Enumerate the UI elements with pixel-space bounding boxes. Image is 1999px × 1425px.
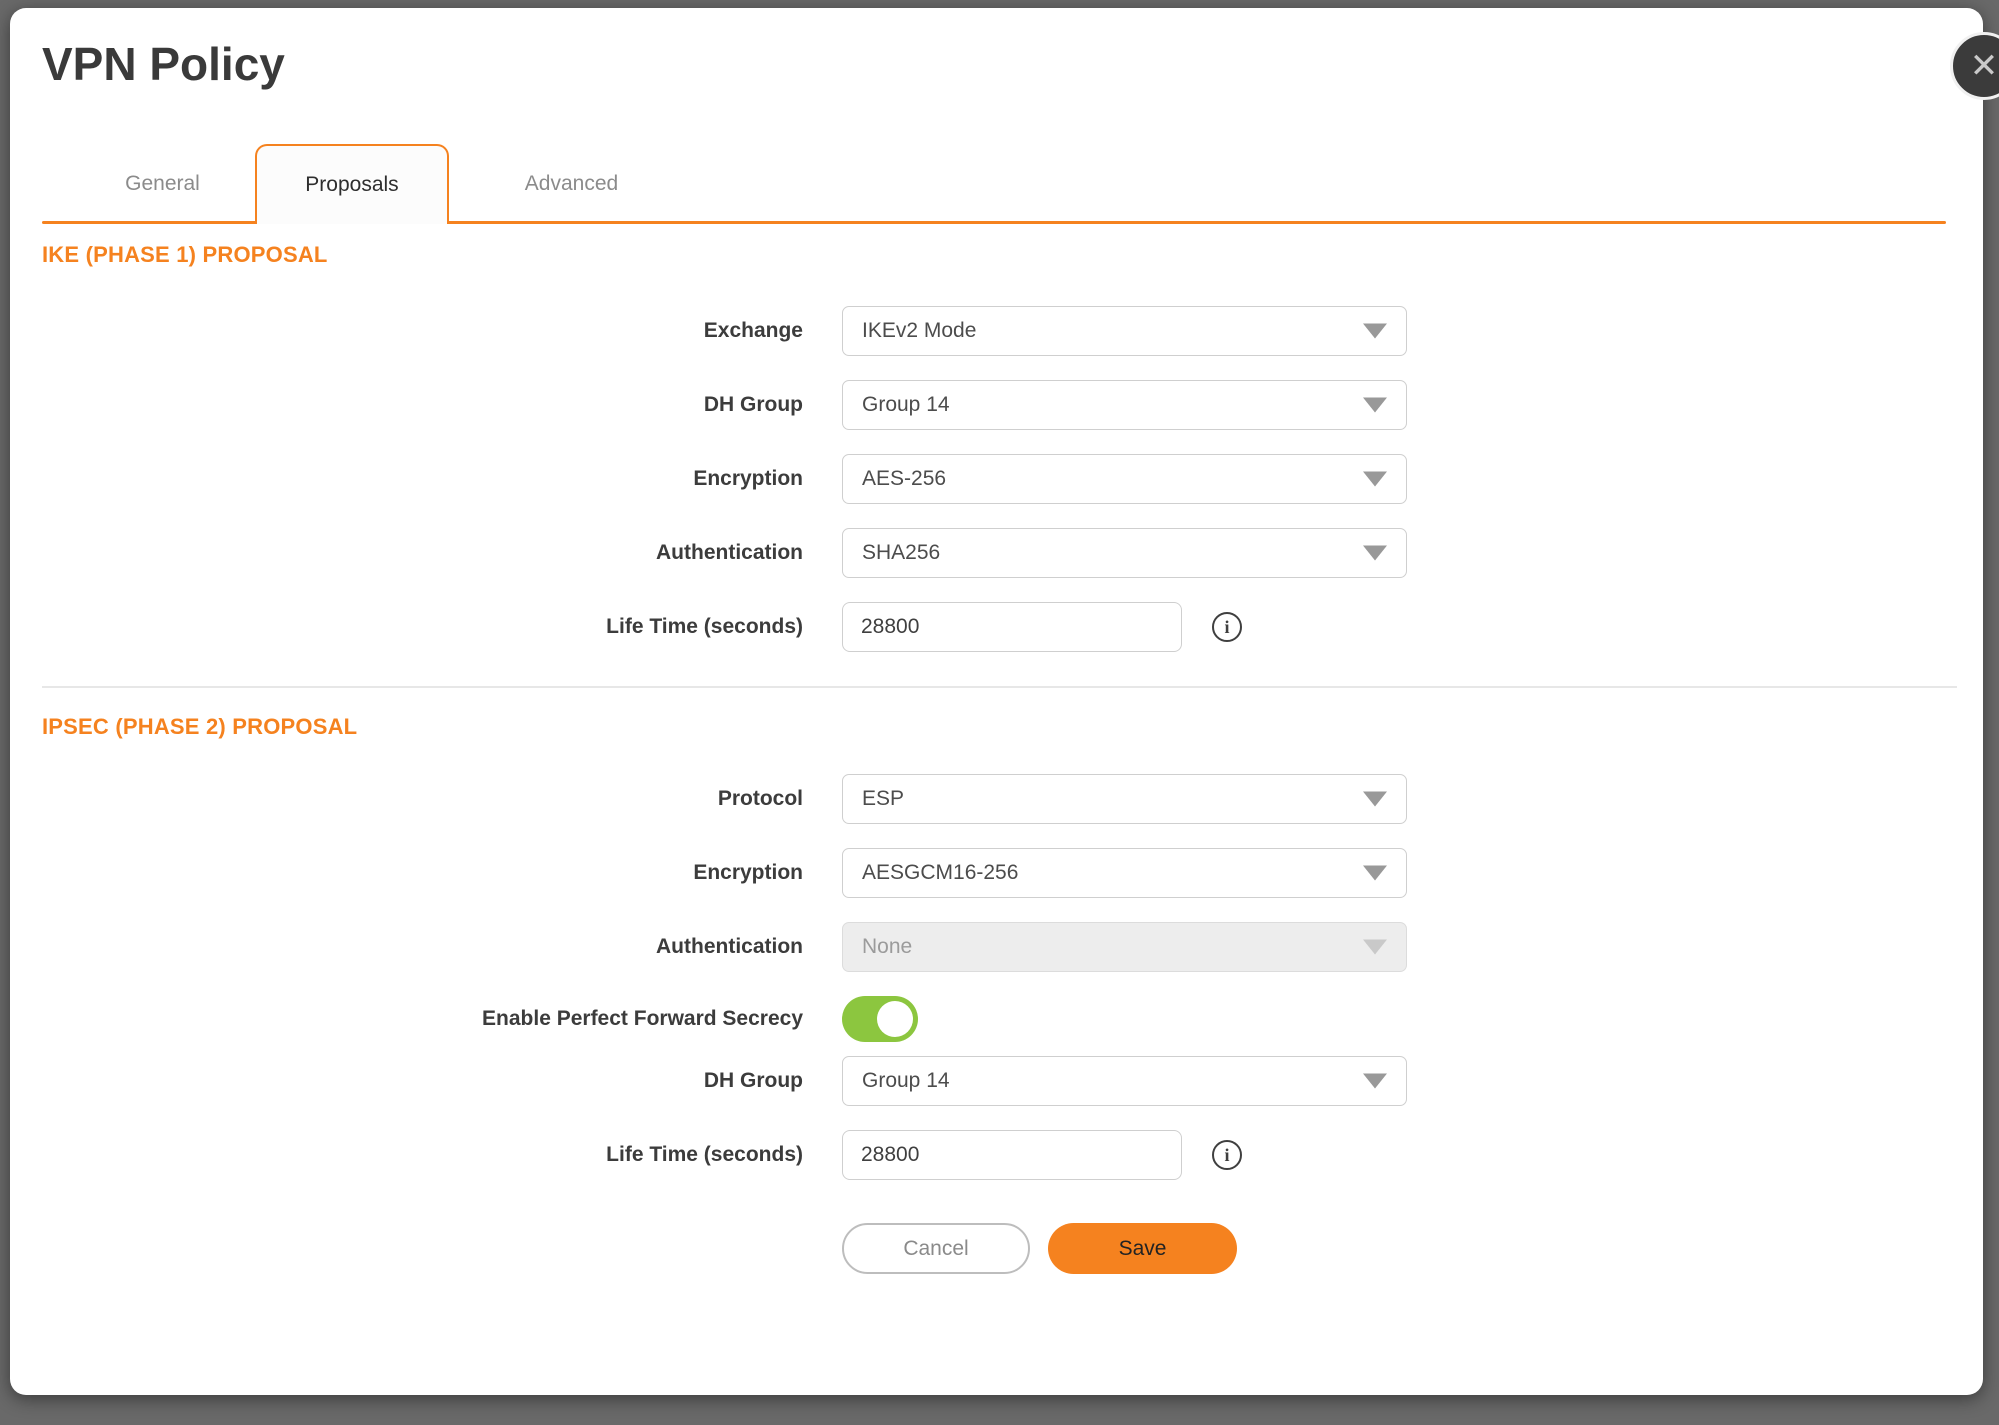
caret-down-icon bbox=[1363, 866, 1387, 881]
section-divider bbox=[42, 686, 1957, 688]
info-icon-glyph: i bbox=[1224, 1145, 1229, 1166]
ipsec-authentication-select-disabled: None bbox=[842, 922, 1407, 972]
ike-section-heading: IKE (PHASE 1) PROPOSAL bbox=[42, 242, 1983, 268]
ike-authentication-select[interactable]: SHA256 bbox=[842, 528, 1407, 578]
caret-down-icon bbox=[1363, 472, 1387, 487]
ike-dh-group-row: DH Group Group 14 bbox=[10, 380, 1983, 430]
protocol-select[interactable]: ESP bbox=[842, 774, 1407, 824]
ipsec-authentication-label: Authentication bbox=[10, 935, 803, 959]
ike-life-time-input[interactable] bbox=[842, 602, 1182, 652]
ike-encryption-label: Encryption bbox=[10, 467, 803, 491]
close-icon: ✕ bbox=[1970, 49, 1999, 83]
ipsec-dh-group-label: DH Group bbox=[10, 1069, 803, 1093]
pfs-row: Enable Perfect Forward Secrecy bbox=[10, 996, 1983, 1042]
tab-advanced-label: Advanced bbox=[525, 172, 618, 196]
page-title: VPN Policy bbox=[42, 36, 1983, 92]
caret-down-icon bbox=[1363, 546, 1387, 561]
ipsec-encryption-row: Encryption AESGCM16-256 bbox=[10, 848, 1983, 898]
tab-general[interactable]: General bbox=[70, 144, 255, 224]
enable-pfs-toggle[interactable] bbox=[842, 996, 918, 1042]
ike-encryption-selected-value: AES-256 bbox=[862, 467, 946, 491]
ipsec-dh-group-row: DH Group Group 14 bbox=[10, 1056, 1983, 1106]
ike-encryption-row: Encryption AES-256 bbox=[10, 454, 1983, 504]
ipsec-encryption-select[interactable]: AESGCM16-256 bbox=[842, 848, 1407, 898]
save-button[interactable]: Save bbox=[1048, 1223, 1237, 1274]
exchange-selected-value: IKEv2 Mode bbox=[862, 319, 976, 343]
caret-down-icon bbox=[1363, 324, 1387, 339]
ipsec-dh-group-select[interactable]: Group 14 bbox=[842, 1056, 1407, 1106]
tab-bar: General Proposals Advanced bbox=[42, 144, 1946, 224]
protocol-row: Protocol ESP bbox=[10, 774, 1983, 824]
ipsec-life-time-input[interactable] bbox=[842, 1130, 1182, 1180]
caret-down-icon bbox=[1363, 398, 1387, 413]
ike-life-time-label: Life Time (seconds) bbox=[10, 615, 803, 639]
vpn-policy-dialog: VPN Policy General Proposals Advanced IK… bbox=[10, 8, 1983, 1395]
tab-proposals-label: Proposals bbox=[305, 173, 398, 197]
cancel-button[interactable]: Cancel bbox=[842, 1223, 1030, 1274]
pfs-label: Enable Perfect Forward Secrecy bbox=[10, 1007, 803, 1031]
ipsec-life-time-row: Life Time (seconds) i bbox=[10, 1130, 1983, 1180]
ike-dh-group-label: DH Group bbox=[10, 393, 803, 417]
ike-section: Exchange IKEv2 Mode DH Group Group 14 En… bbox=[10, 306, 1983, 652]
protocol-label: Protocol bbox=[10, 787, 803, 811]
ike-authentication-selected-value: SHA256 bbox=[862, 541, 940, 565]
ipsec-life-time-label: Life Time (seconds) bbox=[10, 1143, 803, 1167]
exchange-row: Exchange IKEv2 Mode bbox=[10, 306, 1983, 356]
toggle-knob bbox=[877, 1001, 913, 1037]
caret-down-icon bbox=[1363, 1074, 1387, 1089]
ipsec-encryption-label: Encryption bbox=[10, 861, 803, 885]
tab-proposals[interactable]: Proposals bbox=[255, 144, 449, 224]
ipsec-authentication-selected-value: None bbox=[862, 935, 912, 959]
ike-encryption-select[interactable]: AES-256 bbox=[842, 454, 1407, 504]
tab-general-label: General bbox=[125, 172, 200, 196]
caret-down-icon bbox=[1363, 792, 1387, 807]
ipsec-authentication-row: Authentication None bbox=[10, 922, 1983, 972]
info-icon[interactable]: i bbox=[1212, 612, 1242, 642]
ipsec-encryption-selected-value: AESGCM16-256 bbox=[862, 861, 1018, 885]
ike-dh-group-selected-value: Group 14 bbox=[862, 393, 950, 417]
info-icon-glyph: i bbox=[1224, 617, 1229, 638]
protocol-selected-value: ESP bbox=[862, 787, 904, 811]
exchange-label: Exchange bbox=[10, 319, 803, 343]
ipsec-section: Protocol ESP Encryption AESGCM16-256 Aut… bbox=[10, 774, 1983, 1180]
ike-dh-group-select[interactable]: Group 14 bbox=[842, 380, 1407, 430]
dialog-footer: Cancel Save bbox=[842, 1223, 1983, 1274]
tab-advanced[interactable]: Advanced bbox=[474, 144, 669, 224]
ipsec-section-heading: IPSEC (PHASE 2) PROPOSAL bbox=[42, 714, 1983, 740]
ike-life-time-row: Life Time (seconds) i bbox=[10, 602, 1983, 652]
exchange-select[interactable]: IKEv2 Mode bbox=[842, 306, 1407, 356]
ike-authentication-row: Authentication SHA256 bbox=[10, 528, 1983, 578]
ike-authentication-label: Authentication bbox=[10, 541, 803, 565]
ipsec-dh-group-selected-value: Group 14 bbox=[862, 1069, 950, 1093]
caret-down-icon bbox=[1363, 940, 1387, 955]
info-icon[interactable]: i bbox=[1212, 1140, 1242, 1170]
